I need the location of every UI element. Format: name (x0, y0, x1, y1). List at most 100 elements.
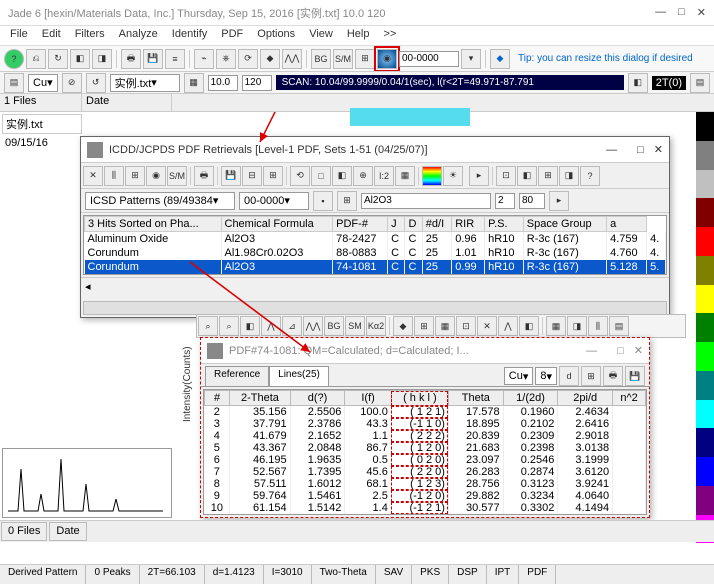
d1-q[interactable]: ? (580, 166, 600, 186)
col-header[interactable]: D (405, 217, 422, 232)
tb-wave-icon[interactable]: ⌁ (194, 49, 214, 69)
tb-j[interactable]: ⊞ (355, 49, 375, 69)
id-combo[interactable]: 00-0000 ▾ (239, 192, 309, 210)
table-row[interactable]: 1061.1541.51421.4(-1 2 1)30.5770.33024.1… (205, 502, 646, 514)
col-header[interactable]: 2pi/d (558, 391, 613, 406)
color-swatch[interactable] (696, 285, 714, 314)
color-swatch[interactable] (696, 486, 714, 515)
color-palette[interactable] (696, 112, 714, 572)
col-header[interactable]: a (607, 217, 647, 232)
sb-e[interactable]: ◧ (628, 73, 648, 93)
col-header[interactable]: RIR (452, 217, 485, 232)
menu-view[interactable]: View (309, 28, 333, 43)
search-input[interactable] (361, 193, 491, 209)
d1-d[interactable]: ◉ (146, 166, 166, 186)
color-swatch[interactable] (696, 428, 714, 457)
m-f[interactable]: ⋀⋀ (303, 316, 323, 336)
d1-bars[interactable]: ⫼ (104, 166, 124, 186)
n1-input[interactable] (495, 193, 515, 209)
col-header[interactable]: ( h k l ) (391, 391, 448, 406)
color-swatch[interactable] (696, 400, 714, 429)
print-icon[interactable]: 🖶 (121, 49, 141, 69)
hscrollbar[interactable] (83, 301, 667, 315)
col-header[interactable]: Space Group (523, 217, 606, 232)
d1-s[interactable]: ⊞ (337, 191, 357, 211)
dlg1-min-icon[interactable]: — (606, 144, 617, 156)
table-row[interactable]: 959.7641.54612.5(-1 2 0)29.8820.32344.06… (205, 490, 646, 502)
menu-more[interactable]: >> (383, 28, 396, 43)
m-p[interactable]: ⫼ (588, 316, 608, 336)
tb-e[interactable]: ≡ (165, 49, 185, 69)
d1-c[interactable]: ⊞ (125, 166, 145, 186)
d1-r[interactable]: ▪ (313, 191, 333, 211)
tab-reference[interactable]: Reference (205, 366, 269, 386)
d1-print[interactable]: 🖶 (194, 166, 214, 186)
color-swatch[interactable] (696, 342, 714, 371)
table-row[interactable]: 646.1951.96350.5( 0 2 0)23.0970.25463.19… (205, 454, 646, 466)
cu-combo[interactable]: Cu ▾ (28, 74, 58, 92)
filter1-combo[interactable]: ICSD Patterns (89/49384 ▾ (85, 192, 235, 210)
menu-filters[interactable]: Filters (75, 28, 105, 43)
m-a[interactable]: ⌕ (198, 316, 218, 336)
col-header[interactable]: I(f) (345, 391, 391, 406)
d1-f[interactable]: ⊞ (263, 166, 283, 186)
m-h[interactable]: ⊞ (414, 316, 434, 336)
m-e[interactable]: ⊿ (282, 316, 302, 336)
dlg2-close-icon[interactable]: ✕ (634, 344, 643, 357)
color-swatch[interactable] (696, 112, 714, 141)
menu-edit[interactable]: Edit (42, 28, 61, 43)
d1-l[interactable]: ▸ (469, 166, 489, 186)
tb-a[interactable]: ⎌ (26, 49, 46, 69)
m-j[interactable]: ⊡ (456, 316, 476, 336)
maximize-icon[interactable]: □ (678, 6, 685, 19)
menu-help[interactable]: Help (347, 28, 370, 43)
m-o[interactable]: ◨ (567, 316, 587, 336)
col-header[interactable]: P.S. (485, 217, 524, 232)
m-i[interactable]: ▦ (435, 316, 455, 336)
menu-analyze[interactable]: Analyze (119, 28, 158, 43)
d1-p[interactable]: ◨ (559, 166, 579, 186)
menu-options[interactable]: Options (257, 28, 295, 43)
d1-i2[interactable]: I:2 (374, 166, 394, 186)
v2-input[interactable] (242, 75, 272, 91)
m-n[interactable]: ▦ (546, 316, 566, 336)
dlg1-close-icon[interactable]: ✕ (654, 143, 663, 156)
col-header[interactable]: J (388, 217, 405, 232)
color-swatch[interactable] (696, 256, 714, 285)
d1-k[interactable]: ▦ (395, 166, 415, 186)
color-swatch[interactable] (696, 313, 714, 342)
tb-i[interactable]: ⋀⋀ (282, 49, 302, 69)
cu-combo2[interactable]: Cu ▾ (504, 367, 534, 385)
m-k[interactable]: ✕ (477, 316, 497, 336)
d1-save[interactable]: 💾 (221, 166, 241, 186)
d2-save[interactable]: 💾 (625, 366, 645, 386)
color-swatch[interactable] (696, 141, 714, 170)
tb-f[interactable]: ⎈ (216, 49, 236, 69)
table-row[interactable]: 235.1562.5506100.0( 1 2 1)17.5780.19602.… (205, 406, 646, 419)
col-header[interactable]: n^2 (613, 391, 646, 406)
d1-o[interactable]: ⊞ (538, 166, 558, 186)
m-m[interactable]: ◧ (519, 316, 539, 336)
d2-a[interactable]: d (559, 366, 579, 386)
col-header[interactable]: 3 Hits Sorted on Pha... (85, 217, 222, 232)
d1-color-icon[interactable] (422, 166, 442, 186)
col-header[interactable]: #d/I (422, 217, 451, 232)
tab-lines[interactable]: Lines(25) (269, 366, 329, 386)
file-item[interactable]: 实例.txt (2, 114, 82, 134)
d1-sun-icon[interactable]: ☀ (443, 166, 463, 186)
col-header[interactable]: # (205, 391, 230, 406)
tb-sm[interactable]: S/M (333, 49, 353, 69)
d1-n[interactable]: ◧ (517, 166, 537, 186)
table-row[interactable]: Aluminum OxideAl2O378-2427CC250.96hR10R-… (85, 232, 666, 247)
dlg2-max-icon[interactable]: □ (617, 345, 624, 357)
sb-b[interactable]: ⊘ (62, 73, 82, 93)
d1-i[interactable]: ◧ (332, 166, 352, 186)
m-b[interactable]: ⌕ (219, 316, 239, 336)
m-d[interactable]: ⋀ (261, 316, 281, 336)
close-icon[interactable]: ✕ (697, 6, 706, 19)
col-header[interactable]: 2-Theta (230, 391, 290, 406)
tb-k[interactable]: ▾ (461, 49, 481, 69)
dlg2-min-icon[interactable]: — (586, 345, 597, 357)
table-row[interactable]: CorundumAl1.98Cr0.02O388-0883CC251.01hR1… (85, 246, 666, 260)
col-header[interactable]: PDF-# (333, 217, 388, 232)
